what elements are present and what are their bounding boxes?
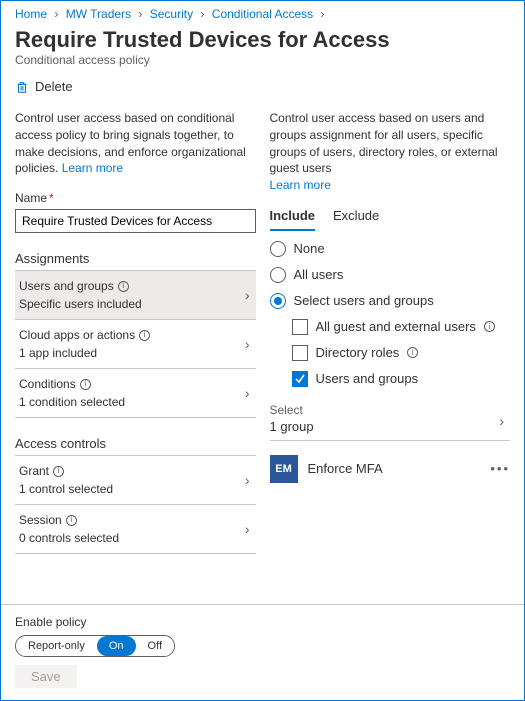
assignment-cloud-apps[interactable]: Cloud apps or actions i 1 app included › <box>15 320 256 369</box>
checkbox-label: Directory roles <box>316 345 400 360</box>
checkbox-guest-users[interactable]: All guest and external users i <box>292 319 511 335</box>
learn-more-link[interactable]: Learn more <box>62 161 123 175</box>
left-column: Control user access based on conditional… <box>15 110 256 554</box>
access-control-grant[interactable]: Grant i 1 control selected › <box>15 456 256 505</box>
chevron-right-icon: › <box>321 7 325 21</box>
right-column: Control user access based on users and g… <box>270 110 511 554</box>
info-icon[interactable]: i <box>80 379 91 390</box>
tab-exclude[interactable]: Exclude <box>333 208 379 231</box>
control-value: 0 controls selected <box>19 531 252 545</box>
checkbox-icon <box>292 345 308 361</box>
select-label: Select <box>270 403 511 417</box>
assignment-label: Cloud apps or actions <box>19 328 135 342</box>
checkbox-label: All guest and external users <box>316 319 476 334</box>
selected-group-row[interactable]: EM Enforce MFA ••• <box>270 455 511 483</box>
checkbox-icon <box>292 319 308 335</box>
group-name: Enforce MFA <box>308 461 383 476</box>
page-subtitle: Conditional access policy <box>1 53 524 75</box>
assignment-label: Users and groups <box>19 279 114 293</box>
page-title: Require Trusted Devices for Access <box>1 23 524 53</box>
learn-more-link[interactable]: Learn more <box>270 178 331 192</box>
access-control-session[interactable]: Session i 0 controls selected › <box>15 505 256 554</box>
assignments-heading: Assignments <box>15 251 256 271</box>
assignment-value: 1 condition selected <box>19 395 252 409</box>
checkbox-users-groups[interactable]: Users and groups <box>292 371 511 387</box>
checkbox-directory-roles[interactable]: Directory roles i <box>292 345 511 361</box>
tab-include[interactable]: Include <box>270 208 316 231</box>
name-label: Name* <box>15 191 256 205</box>
group-avatar: EM <box>270 455 298 483</box>
chevron-right-icon: › <box>54 7 58 21</box>
control-value: 1 control selected <box>19 482 252 496</box>
radio-select-users-groups[interactable]: Select users and groups <box>270 293 511 309</box>
chevron-right-icon: › <box>200 7 204 21</box>
radio-all-users[interactable]: All users <box>270 267 511 283</box>
radio-none[interactable]: None <box>270 241 511 257</box>
access-controls-heading: Access controls <box>15 436 256 456</box>
radio-label: Select users and groups <box>294 293 434 308</box>
chevron-right-icon: › <box>245 385 250 401</box>
breadcrumb-security[interactable]: Security <box>150 7 193 21</box>
enable-policy-label: Enable policy <box>15 615 510 629</box>
chevron-right-icon: › <box>245 472 250 488</box>
name-input[interactable] <box>15 209 256 233</box>
radio-icon <box>270 267 286 283</box>
assignment-value: Specific users included <box>19 297 252 311</box>
save-button[interactable]: Save <box>15 665 77 688</box>
info-icon[interactable]: i <box>484 321 495 332</box>
trash-icon <box>15 80 29 94</box>
users-description: Control user access based on users and g… <box>270 110 511 194</box>
segment-off[interactable]: Off <box>136 636 174 656</box>
radio-icon <box>270 293 286 309</box>
assignment-value: 1 app included <box>19 346 252 360</box>
breadcrumb-mw-traders[interactable]: MW Traders <box>66 7 131 21</box>
assignment-conditions[interactable]: Conditions i 1 condition selected › <box>15 369 256 418</box>
segment-report-only[interactable]: Report-only <box>16 636 97 656</box>
info-icon[interactable]: i <box>66 515 77 526</box>
delete-label: Delete <box>35 79 73 94</box>
chevron-right-icon: › <box>245 521 250 537</box>
chevron-right-icon: › <box>245 287 250 303</box>
required-indicator: * <box>49 191 54 205</box>
breadcrumb: Home › MW Traders › Security › Condition… <box>1 1 524 23</box>
assignment-users-and-groups[interactable]: Users and groups i Specific users includ… <box>15 271 256 320</box>
enable-policy-toggle[interactable]: Report-only On Off <box>15 635 175 657</box>
chevron-right-icon: › <box>138 7 142 21</box>
chevron-right-icon: › <box>245 336 250 352</box>
checkbox-icon <box>292 371 308 387</box>
more-actions-icon[interactable]: ••• <box>490 461 510 476</box>
segment-on[interactable]: On <box>97 636 136 656</box>
radio-label: None <box>294 241 325 256</box>
include-exclude-tabs: Include Exclude <box>270 208 511 231</box>
control-label: Grant <box>19 464 49 478</box>
assignment-label: Conditions <box>19 377 76 391</box>
info-icon[interactable]: i <box>53 466 64 477</box>
info-icon[interactable]: i <box>139 330 150 341</box>
control-label: Session <box>19 513 62 527</box>
radio-icon <box>270 241 286 257</box>
breadcrumb-home[interactable]: Home <box>15 7 47 21</box>
info-icon[interactable]: i <box>118 281 129 292</box>
checkbox-label: Users and groups <box>316 371 419 386</box>
delete-button[interactable]: Delete <box>1 75 524 104</box>
radio-label: All users <box>294 267 344 282</box>
breadcrumb-conditional-access[interactable]: Conditional Access <box>212 7 313 21</box>
info-icon[interactable]: i <box>407 347 418 358</box>
footer: Enable policy Report-only On Off Save <box>1 604 524 700</box>
policy-description: Control user access based on conditional… <box>15 110 256 177</box>
select-groups[interactable]: Select 1 group › <box>270 403 511 441</box>
select-value: 1 group <box>270 419 511 434</box>
chevron-right-icon: › <box>499 413 504 429</box>
